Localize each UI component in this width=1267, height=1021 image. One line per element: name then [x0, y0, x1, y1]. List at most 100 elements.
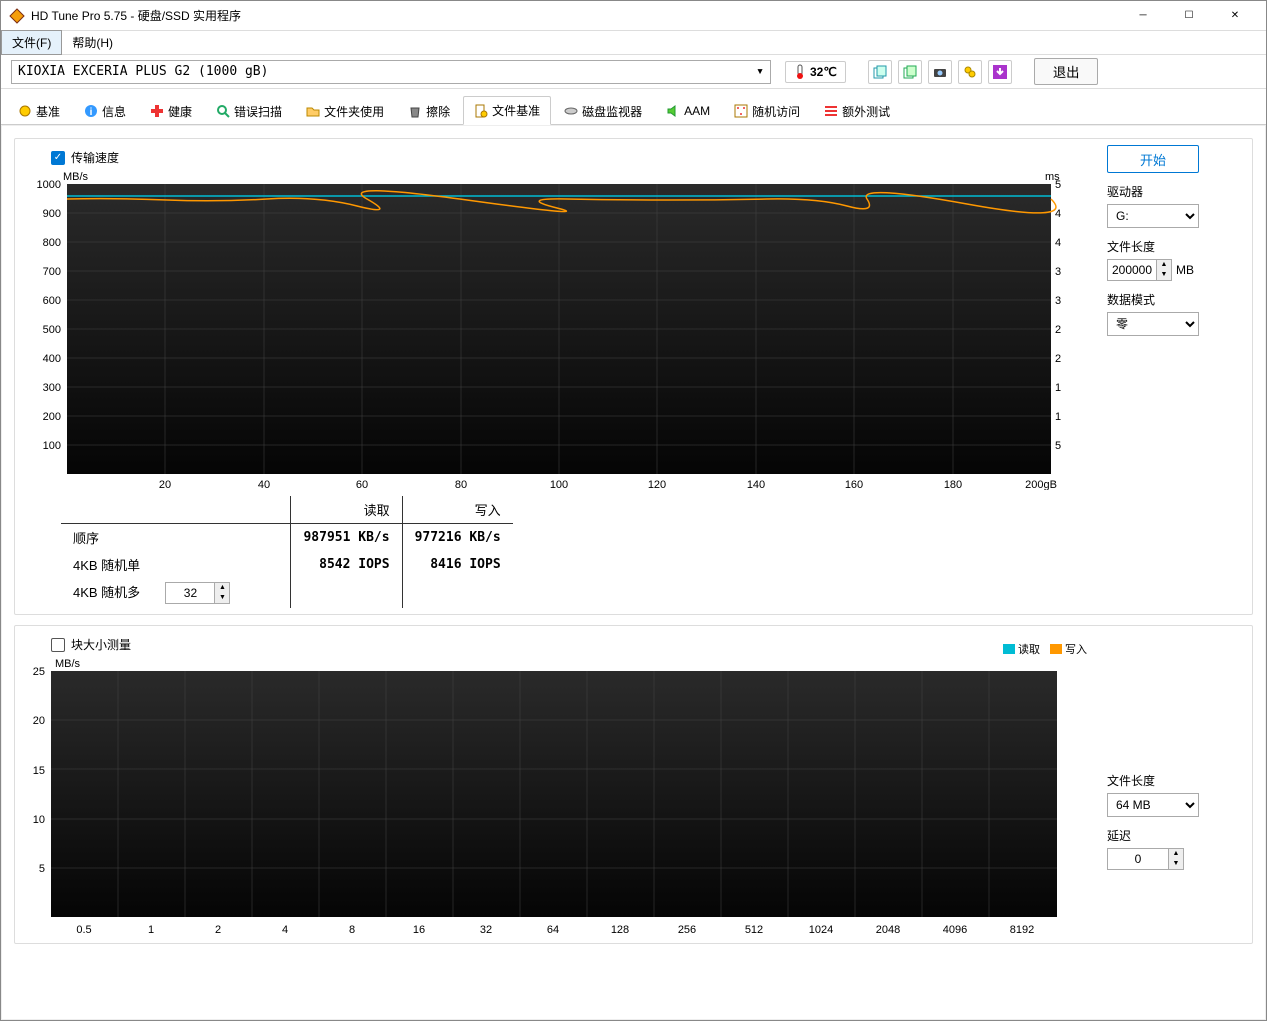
speaker-icon [666, 104, 680, 118]
window-controls: ─ ☐ ✕ [1120, 1, 1258, 31]
svg-text:160: 160 [845, 479, 863, 490]
filelen-input[interactable] [1108, 261, 1156, 279]
settings-button[interactable] [958, 60, 982, 84]
trash-icon [408, 104, 422, 118]
pattern-label: 数据模式 [1107, 291, 1246, 308]
tab-extra[interactable]: 额外测试 [813, 96, 901, 125]
svg-text:140: 140 [747, 479, 765, 490]
list-icon [824, 104, 838, 118]
svg-text:500: 500 [43, 324, 61, 336]
tab-aam[interactable]: AAM [655, 96, 721, 125]
queue-depth-input[interactable] [166, 584, 214, 602]
menu-file[interactable]: 文件(F) [1, 30, 62, 55]
svg-text:1000: 1000 [37, 179, 61, 191]
toolbar-icons [868, 60, 1012, 84]
svg-text:45: 45 [1055, 208, 1061, 220]
tab-monitor[interactable]: 磁盘监视器 [553, 96, 653, 125]
svg-text:800: 800 [43, 237, 61, 249]
disk-icon [564, 104, 578, 118]
svg-text:700: 700 [43, 266, 61, 278]
filelen-label: 文件长度 [1107, 238, 1246, 255]
spin-down-icon[interactable]: ▼ [215, 593, 229, 603]
results-table: 读取写入 顺序987951 KB/s977216 KB/s 4KB 随机单854… [61, 496, 1091, 608]
transfer-checkbox[interactable]: ✓ [51, 151, 65, 165]
blocksize-checkbox-row: 块大小测量 [51, 636, 1091, 653]
svg-text:4096: 4096 [943, 924, 967, 936]
delay-input[interactable] [1108, 850, 1168, 868]
svg-text:100: 100 [43, 440, 61, 452]
svg-text:MB/s: MB/s [63, 171, 89, 183]
transfer-checkbox-row: ✓ 传输速度 [51, 149, 1091, 166]
svg-text:5: 5 [39, 863, 45, 875]
svg-text:80: 80 [455, 479, 467, 490]
drive-dropdown[interactable]: KIOXIA EXCERIA PLUS G2 (1000 gB) ▾ [11, 60, 771, 84]
svg-text:5: 5 [1055, 440, 1061, 452]
filelen2-select[interactable]: 64 MB [1107, 793, 1199, 817]
svg-text:600: 600 [43, 295, 61, 307]
tab-random[interactable]: 随机访问 [723, 96, 811, 125]
close-button[interactable]: ✕ [1212, 1, 1258, 31]
transfer-chart: MB/s ms [21, 170, 1061, 490]
svg-text:400: 400 [43, 353, 61, 365]
svg-text:2048: 2048 [876, 924, 900, 936]
tab-filebench[interactable]: 文件基准 [463, 96, 551, 125]
titlebar: HD Tune Pro 5.75 - 硬盘/SSD 实用程序 ─ ☐ ✕ [1, 1, 1266, 31]
svg-text:180: 180 [944, 479, 962, 490]
svg-text:15: 15 [33, 765, 45, 777]
blocksize-legend: 读取 写入 [1003, 641, 1087, 657]
svg-text:20: 20 [33, 715, 45, 727]
window-title: HD Tune Pro 5.75 - 硬盘/SSD 实用程序 [31, 7, 1120, 24]
exit-button[interactable]: 退出 [1034, 58, 1099, 85]
svg-text:i: i [90, 107, 93, 118]
svg-text:128: 128 [611, 924, 629, 936]
file-icon [474, 104, 488, 118]
tab-health[interactable]: 健康 [139, 96, 203, 125]
tab-benchmark[interactable]: 基准 [7, 96, 71, 125]
svg-text:512: 512 [745, 924, 763, 936]
save-button[interactable] [988, 60, 1012, 84]
blocksize-checkbox[interactable] [51, 638, 65, 652]
tab-errorscan[interactable]: 错误扫描 [205, 96, 293, 125]
svg-text:100: 100 [550, 479, 568, 490]
screenshot-button[interactable] [928, 60, 952, 84]
maximize-button[interactable]: ☐ [1166, 1, 1212, 31]
pattern-select[interactable]: 零 [1107, 312, 1199, 336]
svg-text:60: 60 [356, 479, 368, 490]
tab-info[interactable]: i信息 [73, 96, 137, 125]
queue-depth-spinner[interactable]: ▲▼ [165, 582, 230, 604]
toolbar: KIOXIA EXCERIA PLUS G2 (1000 gB) ▾ 32℃ 退… [1, 55, 1266, 89]
search-icon [216, 104, 230, 118]
minimize-button[interactable]: ─ [1120, 1, 1166, 31]
svg-text:30: 30 [1055, 295, 1061, 307]
drive-select[interactable]: G: [1107, 204, 1199, 228]
filelen-spinner[interactable]: ▲▼ [1107, 259, 1172, 281]
transfer-sidebar: 开始 驱动器 G: 文件长度 ▲▼ MB 数据模式 零 [1091, 145, 1246, 608]
svg-text:40: 40 [258, 479, 270, 490]
copy-screenshot-button[interactable] [898, 60, 922, 84]
copy-info-button[interactable] [868, 60, 892, 84]
blocksize-label: 块大小测量 [71, 636, 131, 653]
menu-help[interactable]: 帮助(H) [62, 31, 123, 54]
tab-folder[interactable]: 文件夹使用 [295, 96, 395, 125]
drive-selected: KIOXIA EXCERIA PLUS G2 (1000 gB) [18, 64, 268, 79]
svg-text:40: 40 [1055, 237, 1061, 249]
drive-label: 驱动器 [1107, 183, 1246, 200]
blocksize-panel: 块大小测量 读取 写入 MB/s [14, 625, 1253, 944]
delay-spinner[interactable]: ▲▼ [1107, 848, 1184, 870]
svg-text:16: 16 [413, 924, 425, 936]
svg-text:35: 35 [1055, 266, 1061, 278]
tab-bar: 基准 i信息 健康 错误扫描 文件夹使用 擦除 文件基准 磁盘监视器 AAM 随… [1, 89, 1266, 125]
health-icon [150, 104, 164, 118]
app-window: HD Tune Pro 5.75 - 硬盘/SSD 实用程序 ─ ☐ ✕ 文件(… [0, 0, 1267, 1021]
svg-text:200gB: 200gB [1025, 479, 1057, 490]
start-button[interactable]: 开始 [1107, 145, 1199, 173]
gauge-icon [18, 104, 32, 118]
filelen-unit: MB [1176, 263, 1194, 277]
spin-up-icon[interactable]: ▲ [215, 583, 229, 593]
svg-text:25: 25 [33, 666, 45, 678]
svg-text:32: 32 [480, 924, 492, 936]
svg-text:8: 8 [349, 924, 355, 936]
tab-erase[interactable]: 擦除 [397, 96, 461, 125]
svg-text:10: 10 [33, 814, 45, 826]
svg-text:0.5: 0.5 [76, 924, 91, 936]
